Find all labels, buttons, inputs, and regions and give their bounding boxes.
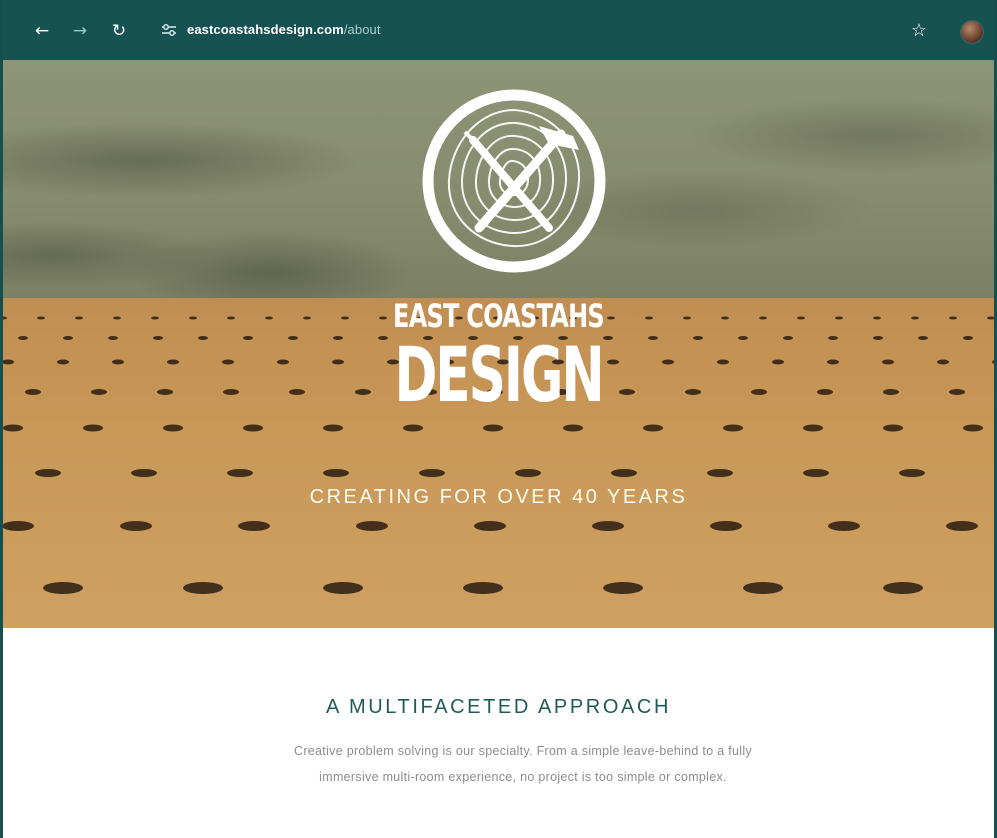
site-info-button[interactable]	[160, 21, 178, 39]
pegboard-hole	[3, 424, 23, 432]
address-bar[interactable]: eastcoastahsdesign.com/about	[187, 21, 381, 39]
pegboard-hole	[57, 359, 69, 365]
forward-button[interactable]: →	[69, 20, 91, 42]
tune-icon	[162, 24, 176, 36]
pegboard-hole	[3, 359, 14, 365]
pegboard-hole	[419, 469, 445, 477]
pegboard-hole	[120, 521, 152, 531]
pegboard-hole	[592, 521, 624, 531]
pegboard-hole	[883, 424, 903, 432]
crossed-tools-wood-slice-icon	[422, 89, 606, 273]
pegboard-hole	[992, 360, 994, 364]
hero-banner: EAST COASTAHS DESIGN CREATING FOR OVER 4…	[3, 60, 994, 628]
browser-toolbar: ← → ↻ eastcoastahsdesign.com/about ☆	[3, 0, 994, 60]
pegboard-hole	[25, 389, 41, 395]
pegboard-hole	[603, 582, 643, 594]
section-body: Creative problem solving is our specialt…	[294, 744, 752, 784]
pegboard-hole	[75, 316, 83, 320]
pegboard-hole	[3, 521, 34, 531]
pegboard-hole	[43, 582, 83, 594]
section-title: A MULTIFACETED APPROACH	[325, 696, 672, 718]
pegboard-hole	[918, 336, 928, 340]
pegboard-hole	[83, 424, 103, 432]
url-path: /about	[343, 22, 381, 37]
pegboard-hole	[873, 316, 881, 320]
pegboard-hole	[323, 424, 343, 432]
profile-avatar[interactable]	[960, 20, 984, 44]
pegboard-hole	[611, 469, 637, 477]
pegboard-hole	[18, 336, 28, 340]
pegboard-hole	[183, 582, 223, 594]
arrow-left-icon: ←	[34, 21, 50, 41]
pegboard-hole	[643, 424, 663, 432]
pegboard-hole	[238, 521, 270, 531]
pegboard-hole	[963, 336, 973, 340]
pegboard-hole	[949, 389, 965, 395]
pegboard-hole	[883, 582, 923, 594]
pegboard-hole	[803, 469, 829, 477]
pegboard-hole	[37, 316, 45, 320]
pegboard-hole	[873, 336, 883, 340]
reload-icon: ↻	[111, 21, 127, 41]
pegboard-hole	[113, 316, 121, 320]
pegboard-hole	[483, 424, 503, 432]
pegboard-hole	[987, 316, 994, 320]
pegboard-hole	[883, 389, 899, 395]
hero-tagline: CREATING FOR OVER 40 YEARS	[309, 486, 688, 508]
pegboard-hole	[899, 469, 925, 477]
pegboard-hole	[91, 389, 107, 395]
pegboard-hole	[243, 424, 263, 432]
pegboard-hole	[723, 424, 743, 432]
pegboard-hole	[743, 582, 783, 594]
bookmark-button[interactable]: ☆	[908, 20, 930, 42]
star-icon: ☆	[910, 20, 928, 41]
reload-button[interactable]: ↻	[108, 20, 130, 42]
pegboard-hole	[882, 359, 894, 365]
pegboard-hole	[937, 359, 949, 365]
pegboard-hole	[227, 469, 253, 477]
about-section: A MULTIFACETED APPROACH Creative problem…	[3, 628, 994, 838]
pegboard-hole	[35, 469, 61, 477]
browser-window: ← → ↻ eastcoastahsdesign.com/about ☆ EAS…	[0, 0, 997, 838]
pegboard-hole	[3, 316, 7, 320]
pegboard-hole	[63, 336, 73, 340]
pegboard-hole	[163, 424, 183, 432]
pegboard-hole	[963, 424, 983, 432]
pegboard-hole	[474, 521, 506, 531]
pegboard-hole	[356, 521, 388, 531]
pegboard-hole	[323, 469, 349, 477]
pegboard-hole	[131, 469, 157, 477]
pegboard-hole	[828, 521, 860, 531]
url-domain: eastcoastahsdesign.com	[187, 22, 344, 37]
brand-name-line2: DESIGN	[394, 330, 604, 419]
arrow-right-icon: →	[72, 21, 88, 41]
back-button[interactable]: ←	[31, 20, 53, 42]
pegboard-hole	[946, 521, 978, 531]
pegboard-hole	[563, 424, 583, 432]
pegboard-hole	[911, 316, 919, 320]
pegboard-hole	[108, 336, 118, 340]
pegboard-hole	[515, 469, 541, 477]
pegboard-hole	[403, 424, 423, 432]
pegboard-hole	[112, 359, 124, 365]
pegboard-hole	[803, 424, 823, 432]
pegboard-hole	[323, 582, 363, 594]
pegboard-hole	[710, 521, 742, 531]
pegboard-hole	[463, 582, 503, 594]
pegboard-hole	[949, 316, 957, 320]
pegboard-hole	[707, 469, 733, 477]
